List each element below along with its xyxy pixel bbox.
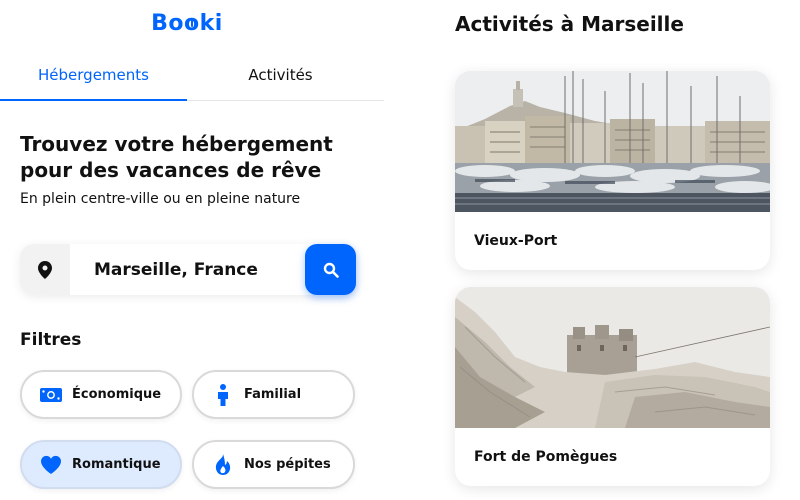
filter-economique[interactable]: Économique xyxy=(20,370,182,419)
vieux-port-photo xyxy=(455,71,770,212)
fort-de-pomegues-photo xyxy=(455,287,770,428)
activities-panel: Activités à Marseille Vieux-Port Fort de… xyxy=(384,0,800,500)
search-button[interactable] xyxy=(305,244,356,295)
filter-romantique[interactable]: Romantique xyxy=(20,440,182,489)
search-input[interactable]: Marseille, France xyxy=(70,260,305,280)
activities-title: Activités à Marseille xyxy=(455,12,684,36)
activity-card-fort-de-pomegues[interactable]: Fort de Pomègues xyxy=(455,287,770,486)
activity-label: Vieux-Port xyxy=(474,233,558,249)
filter-label: Familial xyxy=(244,387,302,402)
tab-activites[interactable]: Activités xyxy=(187,58,374,100)
hero-title: Trouvez votre hébergement pour des vacan… xyxy=(20,132,333,182)
filter-nos-pepites[interactable]: Nos pépites xyxy=(192,440,355,489)
filter-familial[interactable]: Familial xyxy=(192,370,355,419)
filters-title: Filtres xyxy=(20,330,82,350)
filter-label: Nos pépites xyxy=(244,457,331,472)
left-panel: Booki Hébergements Activités Trouvez vot… xyxy=(0,0,384,500)
activity-card-vieux-port[interactable]: Vieux-Port xyxy=(455,71,770,270)
booki-logo[interactable]: Booki xyxy=(0,11,374,36)
money-icon xyxy=(40,384,62,406)
location-pin-icon xyxy=(20,244,70,295)
logo-o-with-mark: o xyxy=(184,11,200,36)
fire-icon xyxy=(212,453,234,476)
tab-hebergements[interactable]: Hébergements xyxy=(0,58,187,101)
person-icon xyxy=(212,383,234,406)
filter-label: Économique xyxy=(72,387,162,402)
activity-label: Fort de Pomègues xyxy=(474,449,618,465)
heart-icon xyxy=(40,454,62,476)
search-bar: Marseille, France xyxy=(20,244,356,295)
hero-subtitle: En plein centre-ville ou en pleine natur… xyxy=(20,191,301,207)
filter-label: Romantique xyxy=(72,457,161,472)
search-icon xyxy=(323,262,339,278)
tab-bar: Hébergements Activités xyxy=(0,58,384,101)
